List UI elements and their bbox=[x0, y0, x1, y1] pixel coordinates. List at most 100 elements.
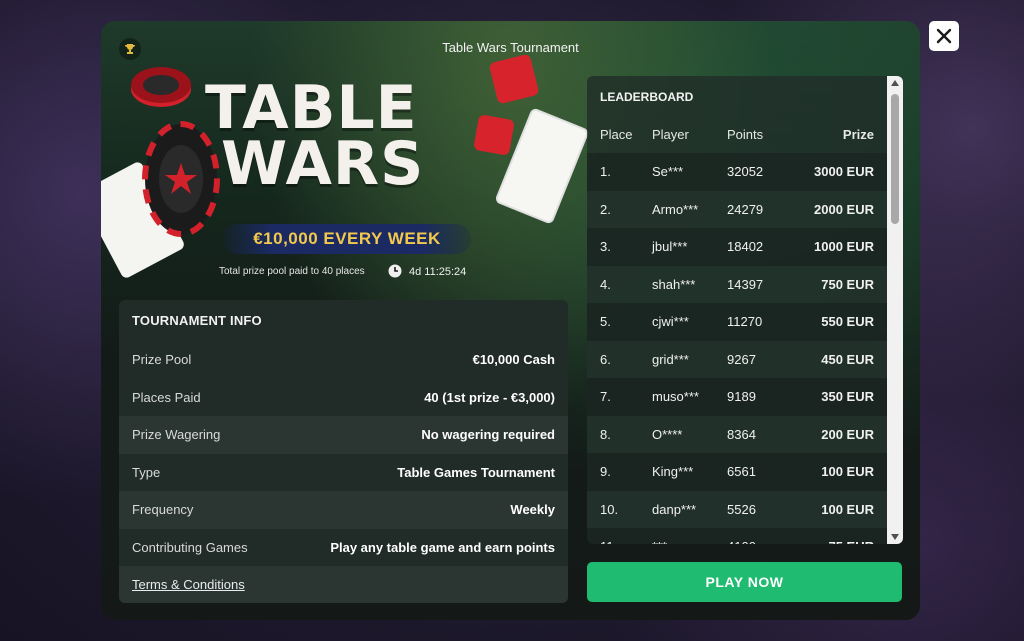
leaderboard-player: O**** bbox=[652, 426, 683, 442]
leaderboard-rows: 1. Se*** 32052 3000 EUR 2. Armo*** 24279 2000 E… bbox=[587, 153, 887, 544]
modal-title: Table Wars Tournament bbox=[442, 40, 579, 55]
die-small-art bbox=[473, 114, 515, 156]
info-row: Contributing Games Play any table game a… bbox=[119, 528, 568, 566]
leaderboard-row: 1. Se*** 32052 3000 EUR bbox=[587, 153, 887, 191]
leaderboard-prize: 75 EUR bbox=[828, 539, 874, 544]
leaderboard-player: cjwi*** bbox=[652, 314, 689, 330]
countdown-timer: 4d 11:25:24 bbox=[409, 266, 467, 278]
leaderboard-row: 6. grid*** 9267 450 EUR bbox=[587, 340, 887, 378]
leaderboard-prize: 100 EUR bbox=[821, 501, 874, 517]
leaderboard-title: LEADERBOARD bbox=[600, 90, 694, 104]
info-label: Prize Pool bbox=[132, 352, 192, 368]
tournament-modal: Table Wars Tournament TABLE WARS €10,000… bbox=[101, 21, 920, 620]
play-now-button[interactable]: PLAY NOW bbox=[587, 562, 902, 602]
terms-conditions-link[interactable]: Terms & Conditions bbox=[132, 577, 245, 592]
leaderboard-prize: 200 EUR bbox=[821, 426, 874, 442]
info-value: 40 (1st prize - €3,000) bbox=[424, 389, 555, 405]
leaderboard-points: 18402 bbox=[727, 239, 764, 255]
tournament-info-rows: Prize Pool €10,000 Cash Places Paid 40 (… bbox=[119, 341, 568, 603]
scroll-down-arrow-icon[interactable] bbox=[887, 530, 903, 544]
leaderboard-prize: 450 EUR bbox=[821, 351, 874, 367]
leaderboard-points: 9267 bbox=[727, 351, 756, 367]
leaderboard-prize: 1000 EUR bbox=[814, 239, 874, 255]
leaderboard-row: 10. danp*** 5526 100 EUR bbox=[587, 490, 887, 528]
leaderboard-points: 14397 bbox=[727, 276, 764, 292]
tournament-info-panel: TOURNAMENT INFO Prize Pool €10,000 Cash … bbox=[119, 300, 568, 603]
leaderboard-row: 7. muso*** 9189 350 EUR bbox=[587, 378, 887, 416]
leaderboard-player: King*** bbox=[652, 464, 694, 480]
leaderboard-row: 9. King*** 6561 100 EUR bbox=[587, 453, 887, 491]
terms-row: Terms & Conditions bbox=[119, 566, 568, 603]
scroll-thumb[interactable] bbox=[891, 94, 899, 224]
leaderboard-row: 3. jbul*** 18402 1000 EUR bbox=[587, 228, 887, 266]
info-row: Type Table Games Tournament bbox=[119, 453, 568, 491]
leaderboard-row: 5. cjwi*** 11270 550 EUR bbox=[587, 303, 887, 341]
weekly-prize-banner: €10,000 EVERY WEEK bbox=[223, 224, 471, 254]
leaderboard-player: *** bbox=[652, 539, 667, 544]
leaderboard-place: 2. bbox=[600, 201, 611, 217]
clock-icon bbox=[388, 264, 402, 278]
leaderboard-header: Place Player Points Prize bbox=[587, 122, 887, 148]
leaderboard-prize: 550 EUR bbox=[821, 314, 874, 330]
leaderboard-player: Se*** bbox=[652, 164, 684, 180]
leaderboard-place: 7. bbox=[600, 389, 611, 405]
leaderboard-place: 8. bbox=[600, 426, 611, 442]
leaderboard-scrollbar[interactable] bbox=[887, 76, 903, 544]
leaderboard-prize: 100 EUR bbox=[821, 464, 874, 480]
leaderboard-place: 9. bbox=[600, 464, 611, 480]
leaderboard-row: 8. O**** 8364 200 EUR bbox=[587, 415, 887, 453]
leaderboard-points: 32052 bbox=[727, 164, 764, 180]
leaderboard-player: jbul*** bbox=[652, 239, 688, 255]
leaderboard-player: Armo*** bbox=[652, 201, 699, 217]
leaderboard-panel[interactable]: LEADERBOARD Place Player Points Prize 1.… bbox=[587, 76, 903, 544]
leaderboard-prize: 2000 EUR bbox=[814, 201, 874, 217]
leaderboard-row: 4. shah*** 14397 750 EUR bbox=[587, 265, 887, 303]
leaderboard-place: 11. bbox=[600, 539, 617, 544]
leaderboard-points: 8364 bbox=[727, 426, 756, 442]
leaderboard-row: 2. Armo*** 24279 2000 EUR bbox=[587, 190, 887, 228]
leaderboard-prize: 350 EUR bbox=[821, 389, 874, 405]
leaderboard-place: 4. bbox=[600, 276, 611, 292]
info-value: No wagering required bbox=[421, 427, 555, 443]
leaderboard-place: 3. bbox=[600, 239, 611, 255]
close-icon bbox=[936, 28, 952, 44]
leaderboard-prize: 750 EUR bbox=[821, 276, 874, 292]
leaderboard-player: muso*** bbox=[652, 389, 699, 405]
info-label: Prize Wagering bbox=[132, 427, 221, 443]
info-value: Table Games Tournament bbox=[397, 464, 555, 480]
leaderboard-place: 1. bbox=[600, 164, 611, 180]
leaderboard-place: 6. bbox=[600, 351, 611, 367]
close-button[interactable] bbox=[929, 21, 959, 51]
column-header-prize: Prize bbox=[842, 127, 874, 142]
leaderboard-player: grid*** bbox=[652, 351, 689, 367]
leaderboard-points: 6561 bbox=[727, 464, 756, 480]
leaderboard-player: shah*** bbox=[652, 276, 696, 292]
leaderboard-place: 10. bbox=[600, 501, 619, 517]
info-value: €10,000 Cash bbox=[472, 352, 555, 368]
info-label: Contributing Games bbox=[132, 539, 248, 555]
info-row: Frequency Weekly bbox=[119, 491, 568, 529]
info-value: Play any table game and earn points bbox=[330, 539, 555, 555]
info-row: Places Paid 40 (1st prize - €3,000) bbox=[119, 378, 568, 416]
info-label: Type bbox=[132, 464, 161, 480]
prize-pool-subtitle: Total prize pool paid to 40 places bbox=[219, 266, 365, 277]
column-header-points: Points bbox=[727, 127, 764, 142]
hero-title-line2: WARS bbox=[221, 129, 425, 199]
column-header-player: Player bbox=[652, 127, 689, 142]
leaderboard-row: 11. *** 4100 75 EUR bbox=[587, 528, 887, 544]
leaderboard-points: 11270 bbox=[727, 314, 763, 330]
column-header-place: Place bbox=[600, 127, 633, 142]
scroll-up-arrow-icon[interactable] bbox=[887, 76, 903, 90]
die-art bbox=[488, 53, 540, 105]
info-label: Places Paid bbox=[132, 389, 201, 405]
leaderboard-points: 24279 bbox=[727, 201, 764, 217]
leaderboard-points: 9189 bbox=[727, 389, 756, 405]
leaderboard-prize: 3000 EUR bbox=[814, 164, 874, 180]
leaderboard-points: 4100 bbox=[727, 539, 756, 544]
leaderboard-player: danp*** bbox=[652, 501, 697, 517]
info-row: Prize Pool €10,000 Cash bbox=[119, 341, 568, 379]
leaderboard-place: 5. bbox=[600, 314, 611, 330]
leaderboard-points: 5526 bbox=[727, 501, 756, 517]
info-label: Frequency bbox=[132, 502, 194, 518]
info-row: Prize Wagering No wagering required bbox=[119, 416, 568, 454]
